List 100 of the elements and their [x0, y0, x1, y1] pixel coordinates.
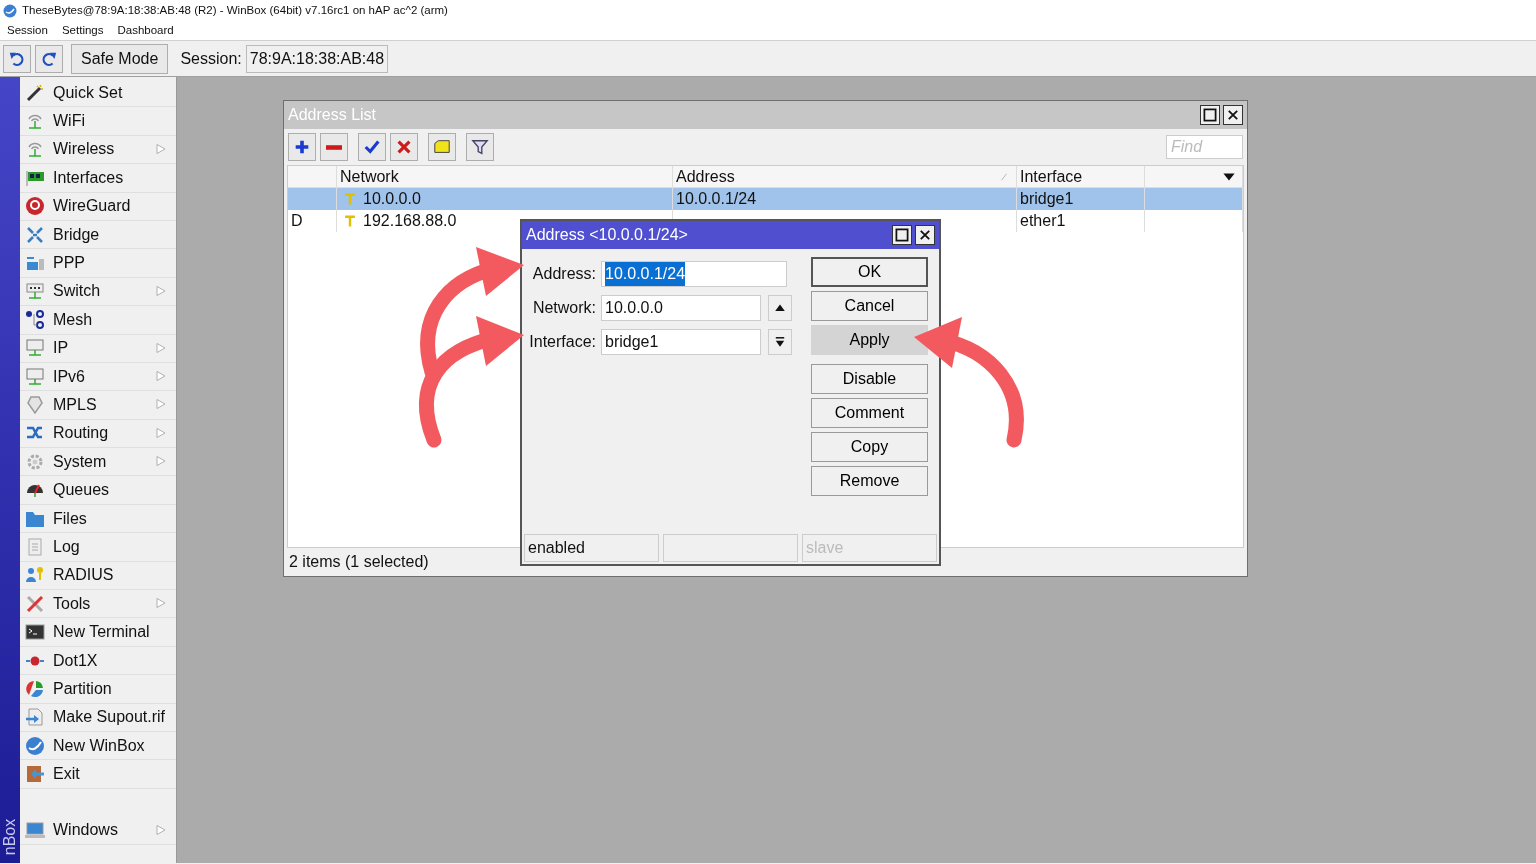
sidebar-item[interactable]: Wireless [20, 135, 176, 165]
switch-icon [25, 281, 45, 302]
mesh-icon [25, 309, 45, 330]
laptop-icon [25, 820, 45, 841]
dialog-button[interactable]: Apply [811, 325, 928, 355]
undo-button[interactable] [3, 44, 31, 73]
pin-icon [343, 192, 357, 206]
sidebar-item[interactable]: New WinBox [20, 732, 176, 761]
session-field: 78:9A:18:38:AB:48 [245, 44, 389, 73]
cross-icon [395, 138, 413, 156]
door-icon [25, 764, 45, 785]
filter-icon [471, 138, 489, 156]
sidebar-item[interactable]: Dot1X [20, 646, 176, 676]
sidebar-item[interactable]: WireGuard [20, 192, 176, 221]
pie-chart-icon [25, 678, 45, 699]
note-icon [433, 138, 451, 156]
input-field[interactable]: bridge1 [601, 329, 761, 355]
dropdown-arrow-icon [774, 336, 786, 348]
dropdown-button[interactable] [768, 329, 792, 355]
close-icon [1227, 109, 1239, 121]
sidebar-item[interactable]: PPP [20, 249, 176, 278]
window-title: Address List [288, 105, 377, 125]
sidebar-item[interactable]: IP [20, 334, 176, 363]
add-button[interactable] [288, 133, 316, 161]
close-icon [919, 229, 931, 241]
menu-item[interactable]: Settings [61, 21, 104, 40]
document-icon [25, 536, 45, 557]
sidebar-item[interactable]: Tools [20, 590, 176, 619]
globe-icon [25, 735, 45, 756]
sidebar-item[interactable]: Routing [20, 419, 176, 449]
field-label: Interface: [528, 332, 596, 352]
close-button[interactable] [915, 225, 935, 245]
up-arrow-icon [774, 302, 786, 314]
sidebar-item[interactable]: Mesh [20, 306, 176, 335]
redo-button[interactable] [35, 44, 63, 73]
sidebar-item[interactable]: Windows [20, 816, 176, 846]
window-title: TheseBytes@78:9A:18:38:AB:48 (R2) - WinBox (64bit) v7.16rc1 on hAP ac^2 (arm) [22, 2, 448, 18]
tag-icon [25, 395, 45, 415]
sidebar-item[interactable]: New Terminal [20, 618, 176, 647]
maximize-icon [1203, 108, 1217, 122]
sidebar-item[interactable]: WiFi [20, 107, 176, 136]
sidebar-item[interactable]: Quick Set [20, 79, 176, 108]
sidebar-item[interactable]: MPLS [20, 391, 176, 420]
column-header[interactable]: Interface [1017, 166, 1145, 187]
sidebar-item[interactable]: Exit [20, 760, 176, 789]
table-cell-text: 192.168.88.0 [363, 211, 457, 231]
check-icon [363, 138, 381, 156]
dialog-button[interactable]: Remove [811, 466, 928, 496]
dialog-button[interactable]: Disable [811, 364, 928, 394]
maximize-icon [895, 228, 909, 242]
remove-button[interactable] [320, 133, 348, 161]
sidebar-item[interactable]: Make Supout.rif [20, 703, 176, 732]
dialog-button[interactable]: Comment [811, 398, 928, 428]
table-cell-text: 10.0.0.0 [363, 189, 421, 209]
tools-icon [25, 593, 45, 614]
comment-button[interactable] [428, 133, 456, 161]
spin-button[interactable] [768, 295, 792, 321]
maximize-button[interactable] [892, 225, 912, 245]
plus-icon [293, 138, 311, 156]
column-header[interactable]: Address [673, 166, 1017, 187]
terminal-icon [25, 622, 45, 643]
input-field[interactable]: 10.0.0.1/24 [601, 261, 787, 287]
file-arrow-icon [25, 707, 45, 728]
sidebar-item[interactable]: Bridge [20, 220, 176, 250]
wand-icon [25, 82, 45, 103]
sidebar-item[interactable]: System [20, 448, 176, 477]
enable-button[interactable] [358, 133, 386, 161]
status-field: enabled [524, 534, 659, 562]
sidebar-item[interactable]: Switch [20, 277, 176, 307]
table-cell-text: bridge1 [1020, 189, 1074, 209]
minus-icon [326, 144, 342, 150]
table-cell-text: 10.0.0.1/24 [676, 189, 757, 209]
flag-text: D [291, 211, 303, 231]
status-text: 2 items (1 selected) [289, 552, 429, 572]
dialog-button[interactable]: Cancel [811, 291, 928, 321]
app-logo-icon [3, 3, 17, 18]
dialog-button[interactable]: OK [811, 257, 928, 287]
find-field[interactable]: Find [1166, 135, 1243, 159]
menu-item[interactable]: Session [7, 21, 48, 40]
sidebar-item[interactable]: RADIUS [20, 561, 176, 591]
safe-mode-button[interactable]: Safe Mode [71, 43, 169, 74]
monitor-icon [25, 366, 45, 387]
bridge-icon [25, 224, 45, 245]
input-field[interactable]: 10.0.0.0 [601, 295, 761, 321]
session-label: Session: [180, 48, 242, 69]
sidebar-item[interactable]: Partition [20, 675, 176, 704]
dialog-button[interactable]: Copy [811, 432, 928, 462]
filter-button[interactable] [466, 133, 494, 161]
column-header[interactable]: Network [337, 166, 673, 187]
sidebar-item[interactable]: Interfaces [20, 164, 176, 193]
close-button[interactable] [1223, 105, 1243, 125]
sidebar-item[interactable]: Log [20, 533, 176, 562]
brand-text: nBox [0, 818, 19, 856]
sidebar-item[interactable]: IPv6 [20, 362, 176, 392]
maximize-button[interactable] [1200, 105, 1220, 125]
table-row[interactable]: 10.0.0.0 10.0.0.1/24 bridge1 [288, 188, 1243, 210]
sidebar-item[interactable]: Queues [20, 476, 176, 505]
menu-item[interactable]: Dashboard [117, 21, 174, 40]
disable-button[interactable] [390, 133, 418, 161]
sidebar-item[interactable]: Files [20, 504, 176, 534]
